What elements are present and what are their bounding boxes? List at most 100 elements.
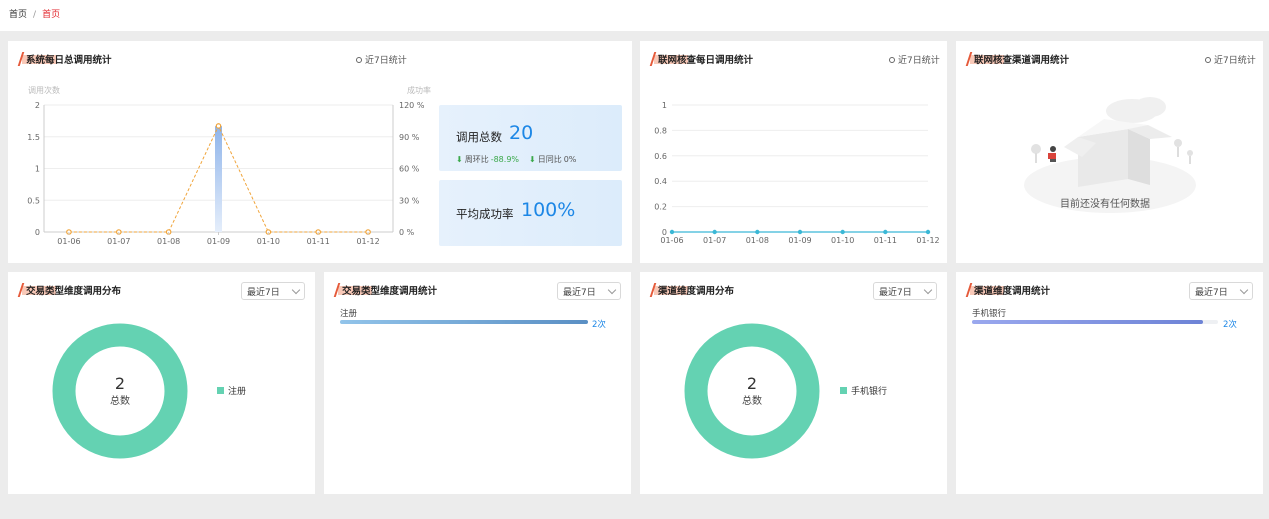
y-tick-label: 0.4	[654, 177, 667, 186]
arrow-down-icon: ⬇	[529, 155, 536, 164]
y-tick-label: 2	[35, 101, 40, 110]
y-tick-label: 1	[35, 165, 40, 174]
chevron-down-icon	[291, 285, 301, 294]
y-tick-label: 0.8	[654, 126, 667, 135]
yoy-delta: ⬇ 日同比 0%	[529, 155, 577, 164]
data-point	[925, 229, 931, 235]
title-mark-icon	[18, 52, 24, 66]
title-mark-icon	[966, 52, 972, 66]
card-title: 交易类型维度调用分布	[18, 282, 121, 298]
data-point	[712, 229, 717, 235]
x-tick-label: 01-08	[157, 237, 180, 246]
legend-item[interactable]: 注册	[217, 384, 246, 397]
y-axis-right-label: 成功率	[407, 85, 431, 95]
period-select[interactable]: 最近7日	[873, 282, 937, 300]
legend-item[interactable]: 手机银行	[840, 384, 887, 397]
donut-center-label: 总数	[742, 395, 762, 407]
x-tick-label: 01-08	[746, 236, 769, 245]
total-calls-label: 调用总数	[456, 130, 502, 144]
x-tick-label: 01-12	[916, 236, 939, 245]
card-title: 联网核查每日调用统计	[650, 51, 753, 67]
breadcrumb-current: 首页	[42, 10, 61, 20]
period-select[interactable]: 最近7日	[1189, 282, 1253, 300]
legend-swatch	[840, 387, 847, 394]
circle-outline-icon	[356, 56, 362, 63]
donut-center-value: 2	[746, 373, 758, 393]
chevron-down-icon	[607, 285, 617, 294]
bar-track	[340, 320, 588, 324]
chevron-down-icon	[923, 285, 933, 294]
network-daily-chart: 00.20.40.60.8101-06 01-07 01-08 01-09 01-10 0…	[654, 101, 939, 245]
period-select[interactable]: 最近7日	[557, 282, 621, 300]
bar-track	[972, 320, 1218, 324]
card-title: 渠道维度调用分布	[650, 282, 734, 298]
data-point	[883, 229, 888, 235]
y-tick-label: 0.5	[27, 196, 40, 205]
x-tick-label: 01-09	[788, 236, 811, 245]
data-point	[669, 229, 675, 235]
y-tick-label: 0.2	[654, 203, 667, 212]
donut-center-label: 总数	[110, 395, 130, 407]
card-daily-total: 系统每日总调用统计 近7日统计 调用次数 成功率 0 0.5 1 1.5 2 0 % 30 % 6…	[8, 41, 632, 263]
empty-state-text: 目前还没有任何数据	[1060, 199, 1150, 210]
y-right-tick-label: 90 %	[399, 133, 420, 142]
circle-outline-icon	[889, 56, 895, 63]
title-mark-icon	[650, 52, 656, 66]
total-calls-box: 调用总数 20 ⬇ 周环比 -88.9% ⬇ 日同比 0%	[439, 105, 622, 171]
data-point	[755, 229, 760, 235]
card-title: 交易类型维度调用统计	[334, 282, 437, 298]
card-txn-type-stats: 交易类型维度调用统计 最近7日 注册 2次	[324, 272, 631, 494]
x-tick-label: 01-10	[831, 236, 854, 245]
x-tick-label: 01-09	[207, 237, 230, 246]
data-point	[797, 229, 803, 235]
breadcrumb-home[interactable]: 首页	[9, 10, 27, 20]
bar-value: 2次	[1223, 320, 1237, 330]
title-mark-icon	[650, 283, 656, 297]
title-mark-icon	[334, 283, 340, 297]
total-calls-value: 20	[509, 122, 534, 144]
x-tick-label: 01-07	[107, 237, 130, 246]
y-right-tick-label: 0 %	[399, 228, 415, 237]
title-mark-icon	[966, 283, 972, 297]
data-point	[840, 229, 845, 235]
data-point	[215, 123, 222, 129]
card-network-daily: 联网核查每日调用统计 近7日统计 0 0.2 0.4 0.6 0.8 1 01-06 01-0…	[640, 41, 947, 263]
x-tick-label: 01-07	[703, 236, 726, 245]
title-mark-icon	[18, 283, 24, 297]
period-select[interactable]: 最近7日	[241, 282, 305, 300]
avg-success-label: 平均成功率	[456, 207, 514, 221]
card-title: 系统每日总调用统计	[18, 51, 112, 67]
chevron-down-icon	[1239, 285, 1249, 294]
y-tick-label: 0	[35, 228, 40, 237]
card-title: 联网核查渠道调用统计	[966, 51, 1069, 67]
breadcrumb: 首页 / 首页	[0, 0, 1269, 31]
breadcrumb-separator: /	[33, 10, 37, 20]
avg-success-value: 100%	[521, 199, 576, 221]
x-tick-label: 01-06	[660, 236, 683, 245]
success-rate-bar	[215, 126, 222, 232]
x-tick-label: 01-06	[57, 237, 80, 246]
card-txn-type-dist: 交易类型维度调用分布 最近7日 2 总数 注册	[8, 272, 315, 494]
daily-total-chart: 调用次数 成功率 0 0.5 1 1.5 2 0 % 30 % 60 % 90 % 120 % 01-0…	[27, 85, 431, 246]
y-tick-label: 1.5	[27, 133, 40, 142]
card-title: 渠道维度调用统计	[966, 282, 1050, 298]
avg-success-box: 平均成功率 100%	[439, 180, 622, 246]
legend-swatch	[217, 387, 224, 394]
card-channel-stats: 渠道维度调用统计 最近7日 手机银行 2次	[956, 272, 1263, 494]
bar-value: 2次	[592, 320, 606, 330]
circle-outline-icon	[1205, 56, 1211, 63]
period-indicator: 近7日统计	[889, 53, 940, 66]
x-tick-label: 01-11	[307, 237, 330, 246]
arrow-down-icon: ⬇	[456, 155, 463, 164]
y-tick-label: 1	[662, 101, 667, 110]
y-axis-label: 调用次数	[28, 85, 60, 95]
donut-center-value: 2	[114, 373, 126, 393]
bar-label: 手机银行	[972, 309, 1007, 319]
wow-delta: ⬇ 周环比 -88.9%	[456, 155, 520, 164]
y-right-tick-label: 60 %	[399, 165, 420, 174]
bar-fill	[972, 320, 1204, 324]
card-network-channel: 联网核查渠道调用统计 近7日统计 目前还没有任何数据	[956, 41, 1263, 263]
x-tick-label: 01-10	[257, 237, 280, 246]
x-tick-label: 01-12	[356, 237, 379, 246]
y-right-tick-label: 120 %	[399, 101, 425, 110]
